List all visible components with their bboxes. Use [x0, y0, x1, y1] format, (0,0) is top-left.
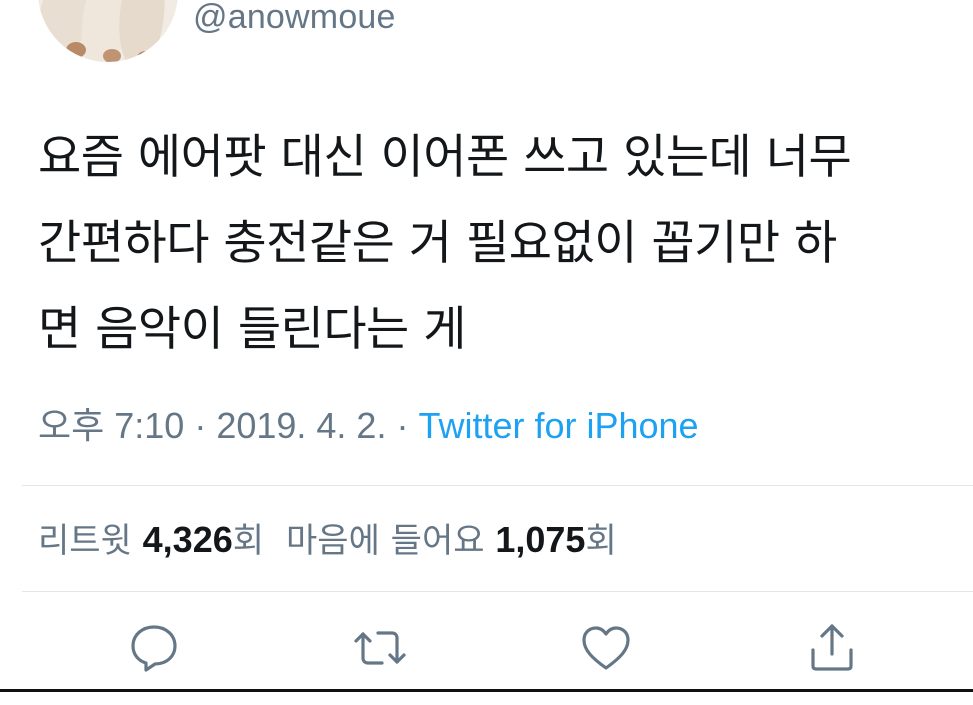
tweet-line: 요즘 에어팟 대신 이어폰 쓰고 있는데 너무: [38, 130, 852, 185]
heart-icon: [582, 626, 630, 670]
share-icon: [811, 624, 853, 671]
meta-separator: ·: [184, 405, 217, 446]
likes-label: 마음에 들어요: [286, 521, 485, 561]
action-bar: [0, 620, 973, 676]
avatar-photo: [38, 0, 178, 62]
tweet-line: 면 음악이 들린다는 게: [38, 302, 466, 357]
divider: [22, 485, 973, 486]
speech-bubble-icon: [131, 625, 177, 672]
retweet-button[interactable]: [352, 620, 408, 676]
retweets-stat[interactable]: 리트윗 4,326회: [38, 519, 265, 561]
retweets-unit: 회: [232, 521, 265, 561]
divider: [22, 591, 973, 592]
likes-stat[interactable]: 마음에 들어요 1,075회: [286, 519, 617, 561]
avatar[interactable]: [38, 0, 178, 62]
tweet-meta: 오후 7:10 · 2019. 4. 2. · Twitter for iPho…: [38, 397, 699, 449]
likes-count: 1,075: [495, 519, 586, 560]
share-button[interactable]: [804, 620, 860, 676]
bottom-border: [0, 689, 973, 692]
retweets-count: 4,326: [142, 519, 233, 560]
meta-separator: ·: [386, 405, 419, 446]
tweet-line: 간편하다 충전같은 거 필요없이 꼽기만 하: [38, 216, 837, 271]
retweet-icon: [354, 631, 406, 665]
tweet-date[interactable]: 2019. 4. 2.: [216, 405, 386, 446]
tweet-source-link[interactable]: Twitter for iPhone: [418, 405, 698, 446]
like-button[interactable]: [578, 620, 634, 676]
tweet-text: 요즘 에어팟 대신 이어폰 쓰고 있는데 너무 간편하다 충전같은 거 필요없이…: [38, 115, 948, 373]
author-handle[interactable]: @anowmoue: [193, 0, 396, 37]
retweets-label: 리트윗: [38, 521, 132, 561]
likes-unit: 회: [585, 521, 617, 561]
tweet-stats: 리트윗 4,326회 마음에 들어요 1,075회: [38, 513, 617, 562]
reply-button[interactable]: [126, 620, 182, 676]
tweet-time[interactable]: 오후 7:10: [38, 405, 184, 446]
